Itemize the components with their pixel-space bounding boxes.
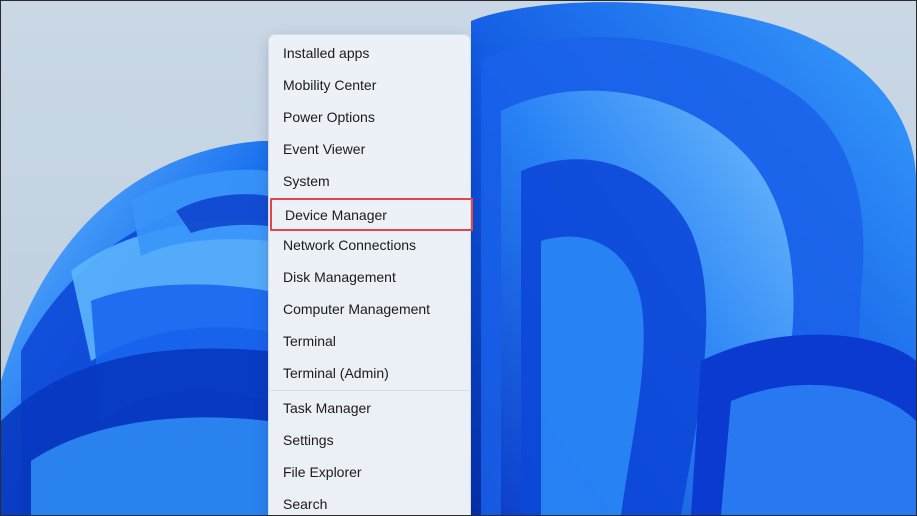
menu-item-mobility-center[interactable]: Mobility Center: [269, 69, 470, 101]
menu-item-settings[interactable]: Settings: [269, 424, 470, 456]
menu-item-computer-management[interactable]: Computer Management: [269, 293, 470, 325]
menu-item-search[interactable]: Search: [269, 488, 470, 515]
menu-item-installed-apps[interactable]: Installed apps: [269, 37, 470, 69]
menu-item-device-manager[interactable]: Device Manager: [270, 198, 473, 231]
menu-separator: [269, 390, 470, 391]
menu-item-file-explorer[interactable]: File Explorer: [269, 456, 470, 488]
menu-item-system[interactable]: System: [269, 165, 470, 197]
menu-item-task-manager[interactable]: Task Manager: [269, 392, 470, 424]
menu-item-terminal[interactable]: Terminal: [269, 325, 470, 357]
winx-context-menu: Installed apps Mobility Center Power Opt…: [268, 34, 473, 515]
menu-item-network-connections[interactable]: Network Connections: [269, 229, 470, 261]
menu-item-disk-management[interactable]: Disk Management: [269, 261, 470, 293]
menu-item-power-options[interactable]: Power Options: [269, 101, 470, 133]
menu-item-terminal-admin[interactable]: Terminal (Admin): [269, 357, 470, 389]
desktop-screenshot: Installed apps Mobility Center Power Opt…: [0, 0, 917, 516]
menu-item-event-viewer[interactable]: Event Viewer: [269, 133, 470, 165]
